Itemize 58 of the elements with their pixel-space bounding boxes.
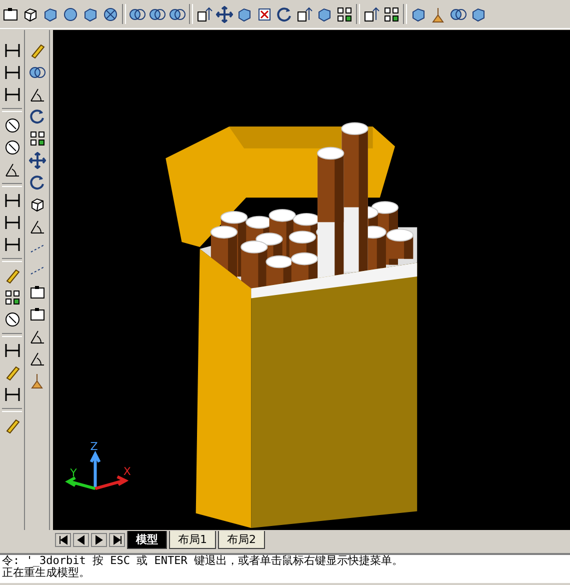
tab-scroll-button[interactable] [55,533,71,547]
dimension-icon[interactable] [4,42,20,59]
cube-icon[interactable] [316,6,333,22]
layout-tab[interactable]: 布局2 [218,531,265,549]
dimension-icon[interactable] [4,64,20,81]
dimension-icon[interactable] [4,86,20,103]
grid-icon[interactable] [336,6,353,22]
axis-label: Z [90,440,98,454]
sphere-icon[interactable] [62,6,79,22]
tab-scroll-button[interactable] [91,533,107,547]
rotate-icon[interactable] [276,6,293,22]
rings-icon[interactable] [28,64,46,81]
cube-arrow-icon[interactable] [196,6,213,22]
tab-scroll-button[interactable] [73,533,89,547]
cube-cross-icon[interactable] [256,6,273,22]
circle-icon[interactable] [4,139,20,156]
pencil-icon[interactable] [4,267,20,284]
cube-icon[interactable] [410,6,427,22]
angle-icon[interactable] [28,328,46,345]
circle-icon[interactable] [4,311,20,328]
dimension-icon[interactable] [4,192,20,209]
layout-tab[interactable]: 布局1 [169,531,216,549]
sphere-cross-icon[interactable] [102,6,119,22]
circle-icon[interactable] [4,117,20,134]
ucs-axes-drawing [65,450,129,490]
angle-icon[interactable] [28,86,46,103]
cube-icon[interactable] [82,6,99,22]
angle-icon[interactable] [4,161,20,178]
dimension-icon[interactable] [4,386,20,403]
command-line-text: 正在重生成模型。 [2,567,91,579]
pencil-icon[interactable] [28,42,46,59]
tab-scroll-button[interactable] [109,533,125,547]
cube-icon[interactable] [470,6,487,22]
rotate-icon[interactable] [28,108,46,125]
pencil-icon[interactable] [4,417,20,434]
axis-label: Y [70,466,77,480]
dimension-icon[interactable] [4,236,20,253]
rotate-icon[interactable] [28,174,46,191]
dimension-icon[interactable] [4,214,20,231]
cube-icon[interactable] [236,6,253,22]
pencil-icon[interactable] [4,364,20,381]
dimension-icon[interactable] [4,342,20,359]
layout-tab[interactable]: 模型 [127,531,167,549]
grid-icon[interactable] [4,289,20,306]
cube-outline-icon[interactable] [22,6,39,22]
cube-arrow-icon[interactable] [363,6,380,22]
cube-outline-icon[interactable] [28,196,46,213]
cube-arrow-icon[interactable] [296,6,313,22]
command-line-text: 令: '_3dorbit 按 ESC 或 ENTER 键退出，或者单击鼠标右键显示快捷菜单。 [2,555,404,567]
angle-icon[interactable] [28,218,46,235]
model-viewport[interactable]: Z Y X [53,30,570,530]
axis-label: X [123,464,131,478]
grid-icon[interactable] [28,130,46,147]
grid-icon[interactable] [383,6,400,22]
angle-icon[interactable] [28,350,46,367]
cube-icon[interactable] [42,6,59,22]
move-icon[interactable] [216,6,233,22]
move-icon[interactable] [28,152,46,169]
